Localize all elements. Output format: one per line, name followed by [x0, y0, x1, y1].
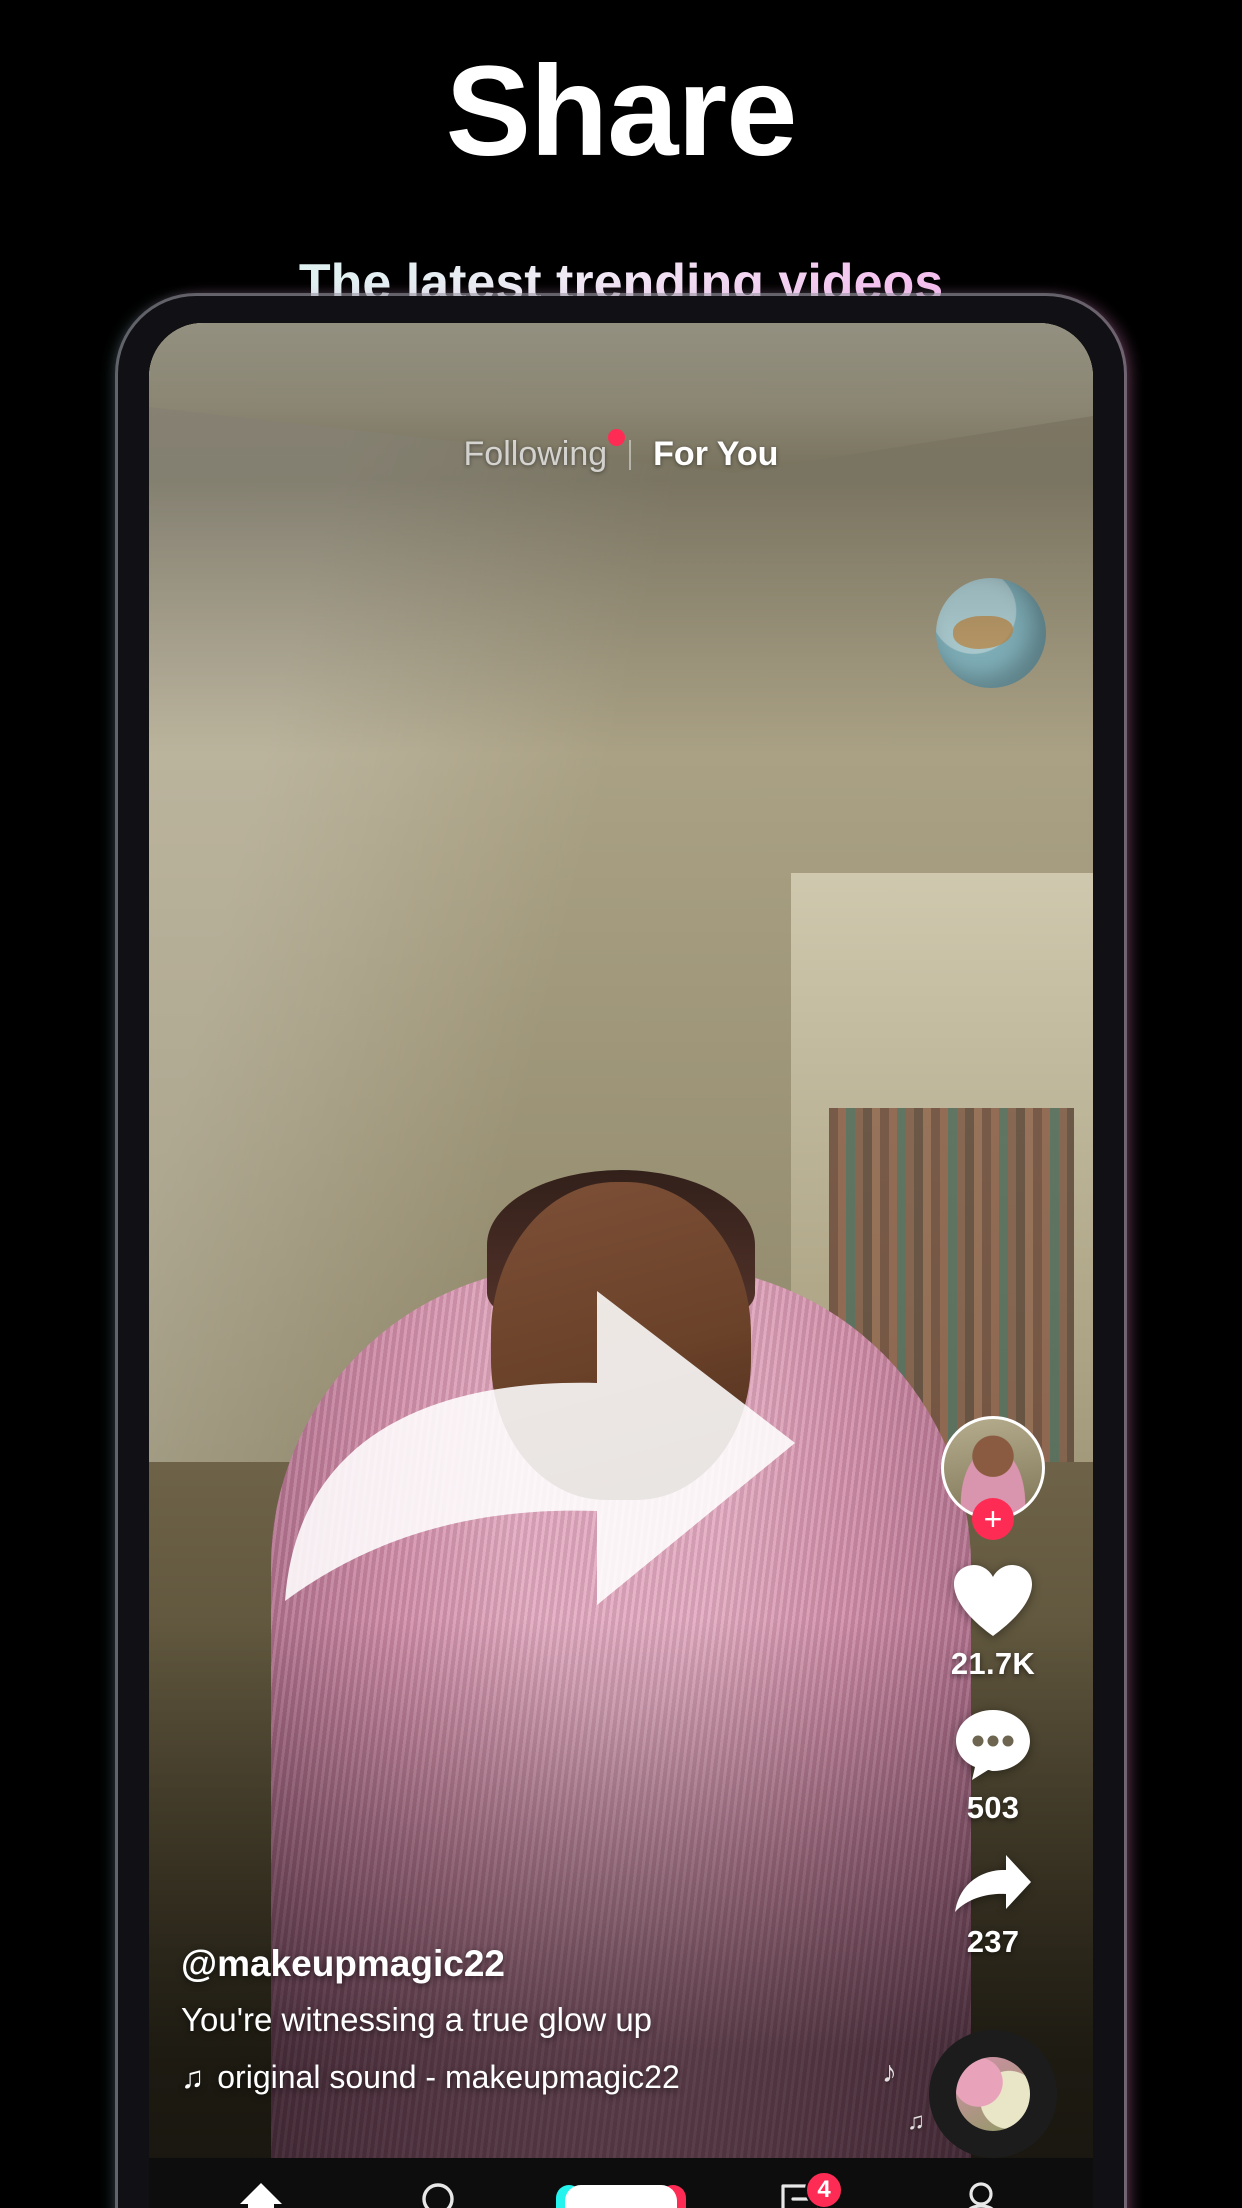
plus-icon: +: [608, 2198, 634, 2208]
like-count: 21.7K: [950, 1646, 1036, 1681]
follow-button[interactable]: +: [972, 1498, 1014, 1540]
tab-for-you[interactable]: For You: [653, 435, 778, 474]
tab-following-label: Following: [463, 435, 608, 473]
share-arrow-icon: [285, 1291, 795, 1605]
caption-text: You're witnessing a true glow up: [181, 2001, 653, 2038]
music-note-icon: ♫: [181, 2060, 205, 2095]
person-icon: [968, 2182, 994, 2208]
phone-mockup: Following For You + 21.7K 503 237 ♪ ♫ @m…: [118, 296, 1124, 2208]
nav-item-discover[interactable]: Discover: [381, 2181, 501, 2208]
share-button[interactable]: 237: [952, 1852, 1034, 1960]
music-title: original sound - makeupmagic22: [217, 2059, 680, 2095]
comment-icon: [956, 1710, 1030, 1780]
comment-count: 503: [966, 1790, 1020, 1825]
inbox-badge: 4: [805, 2171, 843, 2208]
tab-divider: [629, 439, 632, 470]
share-arrow-icon: [955, 1855, 1031, 1912]
page-title: Share: [445, 40, 798, 183]
music-note-icon: ♪: [882, 2056, 897, 2089]
nav-item-home[interactable]: Home: [201, 2181, 321, 2208]
nav-item-create[interactable]: +: [556, 2185, 686, 2208]
nav-item-inbox[interactable]: 4 Inbox: [741, 2171, 861, 2208]
tab-following[interactable]: Following: [463, 429, 626, 474]
heart-icon: [953, 1565, 1032, 1636]
following-notification-dot: [608, 429, 626, 446]
comment-button[interactable]: 503: [954, 1708, 1032, 1826]
phone-screen: Following For You + 21.7K 503 237 ♪ ♫ @m…: [149, 323, 1093, 2208]
like-button[interactable]: 21.7K: [951, 1564, 1035, 1682]
video-caption: @makeupmagic22 You're witnessing a true …: [181, 1943, 821, 2096]
create-button[interactable]: +: [556, 2185, 686, 2208]
feed-tabs: Following For You: [149, 429, 1093, 474]
home-icon: [240, 2183, 282, 2208]
promo-screen: Share The latest trending videos Followi…: [0, 0, 1242, 2208]
tab-for-you-label: For You: [653, 435, 779, 473]
album-art: [956, 2057, 1030, 2131]
profile-avatar[interactable]: +: [941, 1416, 1045, 1540]
search-icon: [422, 2183, 454, 2208]
bottom-navigation: Home Discover +: [149, 2158, 1093, 2208]
music-note-icon: ♫: [907, 2108, 925, 2135]
music-row[interactable]: ♫ original sound - makeupmagic22: [181, 2059, 821, 2096]
nav-item-me[interactable]: Me: [921, 2181, 1041, 2208]
music-disc[interactable]: [929, 2030, 1057, 2158]
action-rail: + 21.7K 503 237: [927, 1416, 1059, 1986]
username-link[interactable]: @makeupmagic22: [181, 1943, 821, 1985]
share-count: 237: [966, 1924, 1020, 1959]
